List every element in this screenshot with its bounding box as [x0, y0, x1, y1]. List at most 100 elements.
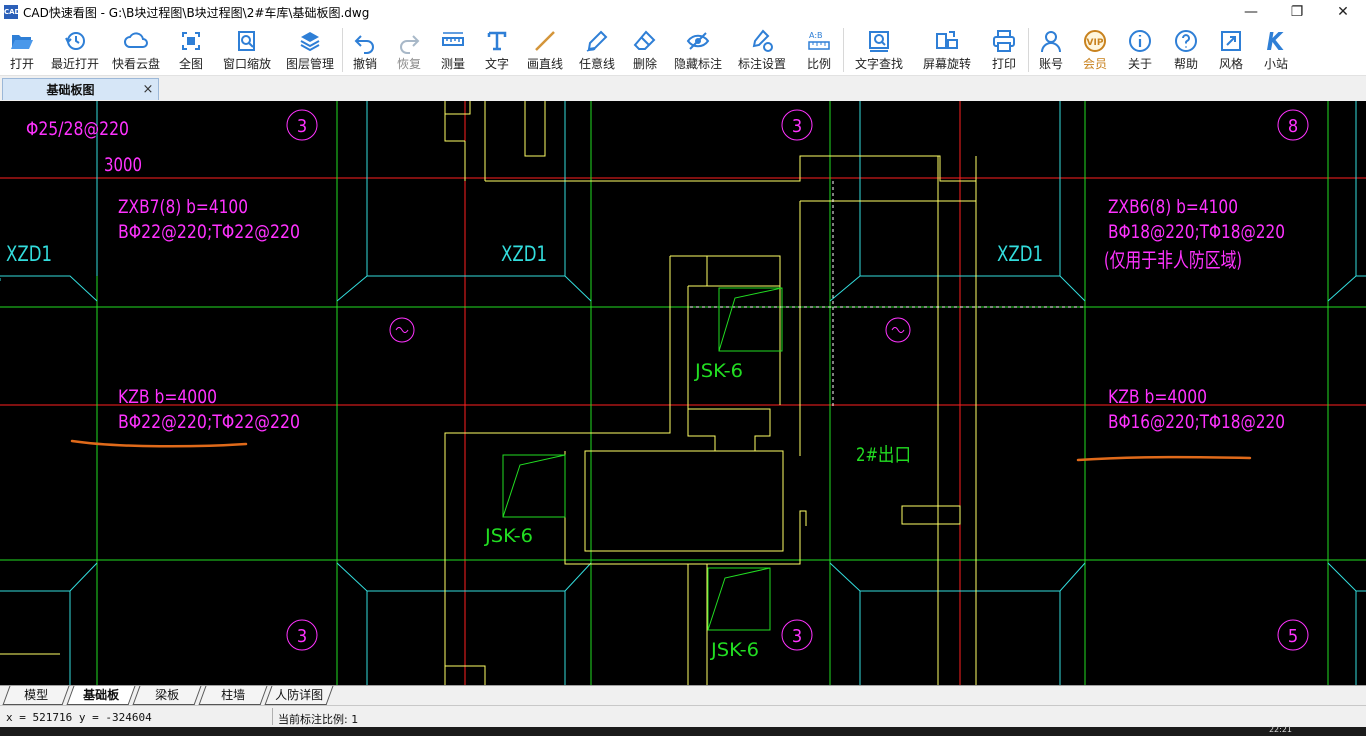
- maximize-button[interactable]: ❐: [1274, 0, 1320, 24]
- pit-outline: [687, 564, 708, 685]
- layout-tab-civil-defense[interactable]: 人防详图: [264, 686, 334, 705]
- pit-outline: [584, 450, 784, 552]
- slab-label: ZXB6(8) b=4100: [1108, 196, 1238, 218]
- pen-gear-icon: [752, 29, 773, 52]
- grid-bubble-label: 3: [792, 116, 802, 137]
- grid-bubble-label: 5: [1288, 626, 1298, 647]
- scale-button[interactable]: A:B 比例: [795, 24, 843, 76]
- layout-tab-column-wall[interactable]: 柱墙: [198, 686, 268, 705]
- layout-tab-beam-slab[interactable]: 梁板: [132, 686, 202, 705]
- slab-rebar-text: BΦ22@220;TΦ22@220: [118, 221, 300, 243]
- recent-button[interactable]: 最近打开: [44, 24, 106, 76]
- find-text-button[interactable]: 文字查找: [844, 24, 914, 76]
- cursor-coordinates: x = 521716 y = -324604: [6, 711, 152, 724]
- pen-icon: [586, 30, 608, 52]
- drawing-texts: Φ25/28@220 3000 ZXB7(8) b=4100 BΦ22@220;…: [6, 116, 1298, 661]
- pit-outline: [564, 201, 807, 565]
- cad-drawing[interactable]: Φ25/28@220 3000 ZXB7(8) b=4100 BΦ22@220;…: [0, 101, 1366, 685]
- pit-outline: [0, 653, 486, 685]
- line-icon: [535, 31, 555, 51]
- layers-icon: [300, 32, 320, 52]
- app-icon: CAD: [4, 5, 20, 19]
- ruler-icon: [442, 32, 464, 46]
- rebar-text: Φ25/28@220: [26, 118, 129, 140]
- mark-settings-button[interactable]: 标注设置: [729, 24, 795, 76]
- expand-style-icon: [1221, 31, 1241, 51]
- column-label: XZD1: [501, 242, 547, 266]
- grid-bubble-label: 3: [792, 626, 802, 647]
- taskbar-strip: 22:21: [0, 725, 1366, 736]
- slab-label: KZB b=4000: [1108, 386, 1207, 408]
- minimize-button[interactable]: —: [1228, 0, 1274, 24]
- erase-button[interactable]: 删除: [623, 24, 667, 76]
- slab-label: ZXB7(8) b=4100: [118, 196, 248, 218]
- pit-outline: [444, 101, 546, 181]
- grid-bubbles: [286, 109, 1309, 651]
- undo-button[interactable]: 撤销: [343, 24, 387, 76]
- close-tab-icon[interactable]: ×: [138, 82, 158, 97]
- info-icon: [1129, 30, 1151, 52]
- jsk-box: [502, 454, 566, 518]
- layout-tab-model[interactable]: 模型: [2, 686, 70, 705]
- exit-label: 2#出口: [856, 444, 911, 466]
- close-button[interactable]: ✕: [1320, 0, 1366, 24]
- title-bar: CAD CAD快速看图 - G:\B块过程图\B块过程图\2#车库\基础板图.d…: [0, 0, 1366, 24]
- style-button[interactable]: 风格: [1209, 24, 1253, 76]
- layers-button[interactable]: 图层管理: [278, 24, 342, 76]
- print-button[interactable]: 打印: [980, 24, 1028, 76]
- measure-button[interactable]: 测量: [431, 24, 475, 76]
- svg-text:A:B: A:B: [809, 31, 823, 40]
- status-divider: [272, 708, 273, 725]
- scale-ratio-icon: A:B: [808, 31, 830, 50]
- main-toolbar: 打开 最近打开 快看云盘 全图 窗口缩放 图层管理 撤销 恢复 测量 文字 画直…: [0, 24, 1366, 76]
- markup-stroke: [70, 439, 248, 448]
- help-button[interactable]: 帮助: [1163, 24, 1209, 76]
- pit-outline: [800, 156, 977, 685]
- history-icon: [65, 32, 85, 50]
- redo-icon: [400, 35, 420, 54]
- jsk-box: [707, 567, 771, 631]
- account-button[interactable]: 账号: [1029, 24, 1073, 76]
- about-button[interactable]: 关于: [1117, 24, 1163, 76]
- help-icon: [1175, 30, 1197, 52]
- slab-rebar-text: BΦ22@220;TΦ22@220: [118, 411, 300, 433]
- pit-outline: [464, 141, 976, 182]
- layout-tab-foundation[interactable]: 基础板: [66, 686, 136, 705]
- cad-drawing-canvas[interactable]: Φ25/28@220 3000 ZXB7(8) b=4100 BΦ22@220;…: [0, 101, 1366, 685]
- column-label: XZD1: [6, 242, 52, 266]
- zoom-window-button[interactable]: 窗口缩放: [216, 24, 278, 76]
- freehand-button[interactable]: 任意线: [571, 24, 623, 76]
- fit-view-button[interactable]: 全图: [166, 24, 216, 76]
- text-button[interactable]: 文字: [475, 24, 519, 76]
- document-tab[interactable]: 基础板图 ×: [2, 78, 159, 100]
- jsk-boxes: [502, 287, 783, 631]
- k-logo-icon: [1267, 32, 1284, 50]
- rotate-screen-button[interactable]: 屏幕旋转: [914, 24, 980, 76]
- slab-rebar-text: BΦ16@220;TΦ18@220: [1108, 411, 1285, 433]
- layout-tab-bar: 模型 基础板 梁板 柱墙 人防详图: [0, 685, 1366, 705]
- column-cap: [69, 591, 1357, 685]
- grid-bubble-label: 8: [1288, 116, 1298, 137]
- column-cap: [336, 101, 368, 302]
- document-tab-bar: 基础板图 ×: [0, 76, 1366, 101]
- pit-label: JSK-6: [694, 360, 743, 382]
- eraser-icon: [633, 30, 656, 50]
- rotate-screen-icon: [936, 31, 958, 49]
- svg-text:VIP: VIP: [1087, 38, 1104, 48]
- cloud-icon: [124, 32, 148, 48]
- cloud-button[interactable]: 快看云盘: [106, 24, 166, 76]
- redo-button[interactable]: 恢复: [387, 24, 431, 76]
- undo-icon: [354, 35, 374, 54]
- column-cap: [0, 562, 1366, 592]
- vip-button[interactable]: VIP 会员: [1073, 24, 1117, 76]
- dashed-lines: [690, 181, 1085, 407]
- status-bar: x = 521716 y = -324604 当前标注比例: 1: [0, 705, 1366, 727]
- draw-line-button[interactable]: 画直线: [519, 24, 571, 76]
- open-button[interactable]: 打开: [0, 24, 44, 76]
- dimension-text: 3000: [104, 154, 142, 176]
- grid-bubble-label: 3: [297, 626, 307, 647]
- site-button[interactable]: 小站: [1253, 24, 1299, 76]
- hide-marks-button[interactable]: 隐藏标注: [667, 24, 729, 76]
- text-tool-icon: [487, 31, 507, 51]
- column-cap: [1327, 101, 1366, 302]
